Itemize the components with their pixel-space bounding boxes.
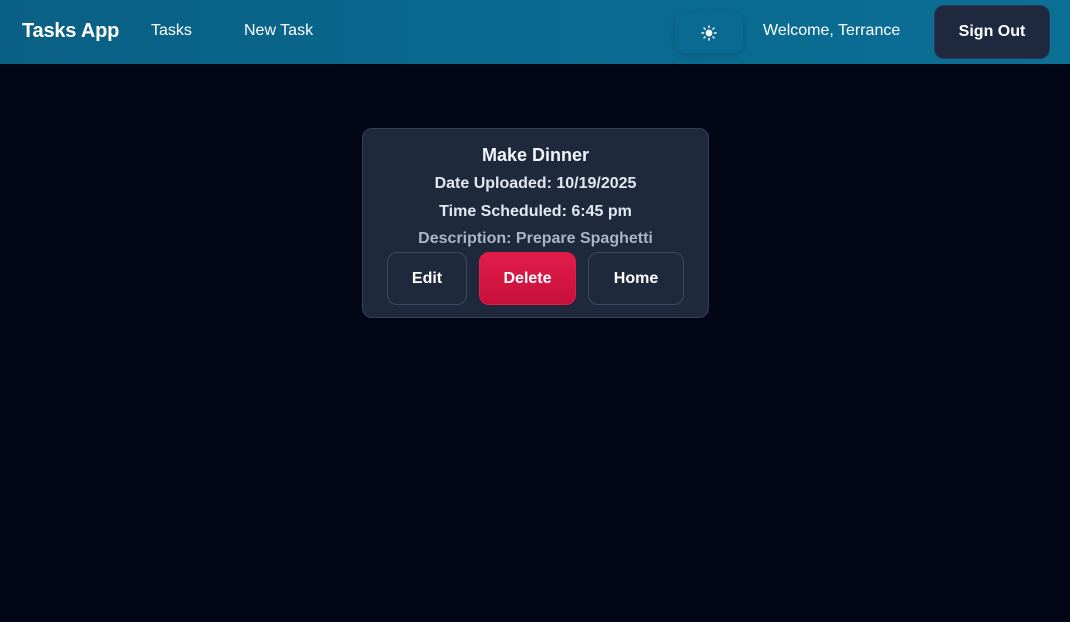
nav-link-tasks[interactable]: Tasks xyxy=(151,22,192,40)
task-card: Make Dinner Date Uploaded: 10/19/2025 Ti… xyxy=(362,128,709,318)
home-button[interactable]: Home xyxy=(588,252,684,305)
sun-icon xyxy=(701,25,717,41)
task-date-uploaded: Date Uploaded: 10/19/2025 xyxy=(434,175,637,192)
nav-link-new-task[interactable]: New Task xyxy=(244,22,313,40)
theme-toggle-button[interactable] xyxy=(675,13,743,53)
edit-button[interactable]: Edit xyxy=(387,252,467,305)
task-description: Description: Prepare Spaghetti xyxy=(418,230,653,247)
task-time-scheduled: Time Scheduled: 6:45 pm xyxy=(439,203,632,220)
delete-button[interactable]: Delete xyxy=(479,252,576,305)
navbar: Tasks App Tasks New Task Welcome, Terran… xyxy=(0,0,1070,64)
brand-title[interactable]: Tasks App xyxy=(22,20,119,43)
task-title: Make Dinner xyxy=(481,145,590,165)
welcome-text: Welcome, Terrance xyxy=(763,22,901,39)
sign-out-button[interactable]: Sign Out xyxy=(934,5,1050,59)
